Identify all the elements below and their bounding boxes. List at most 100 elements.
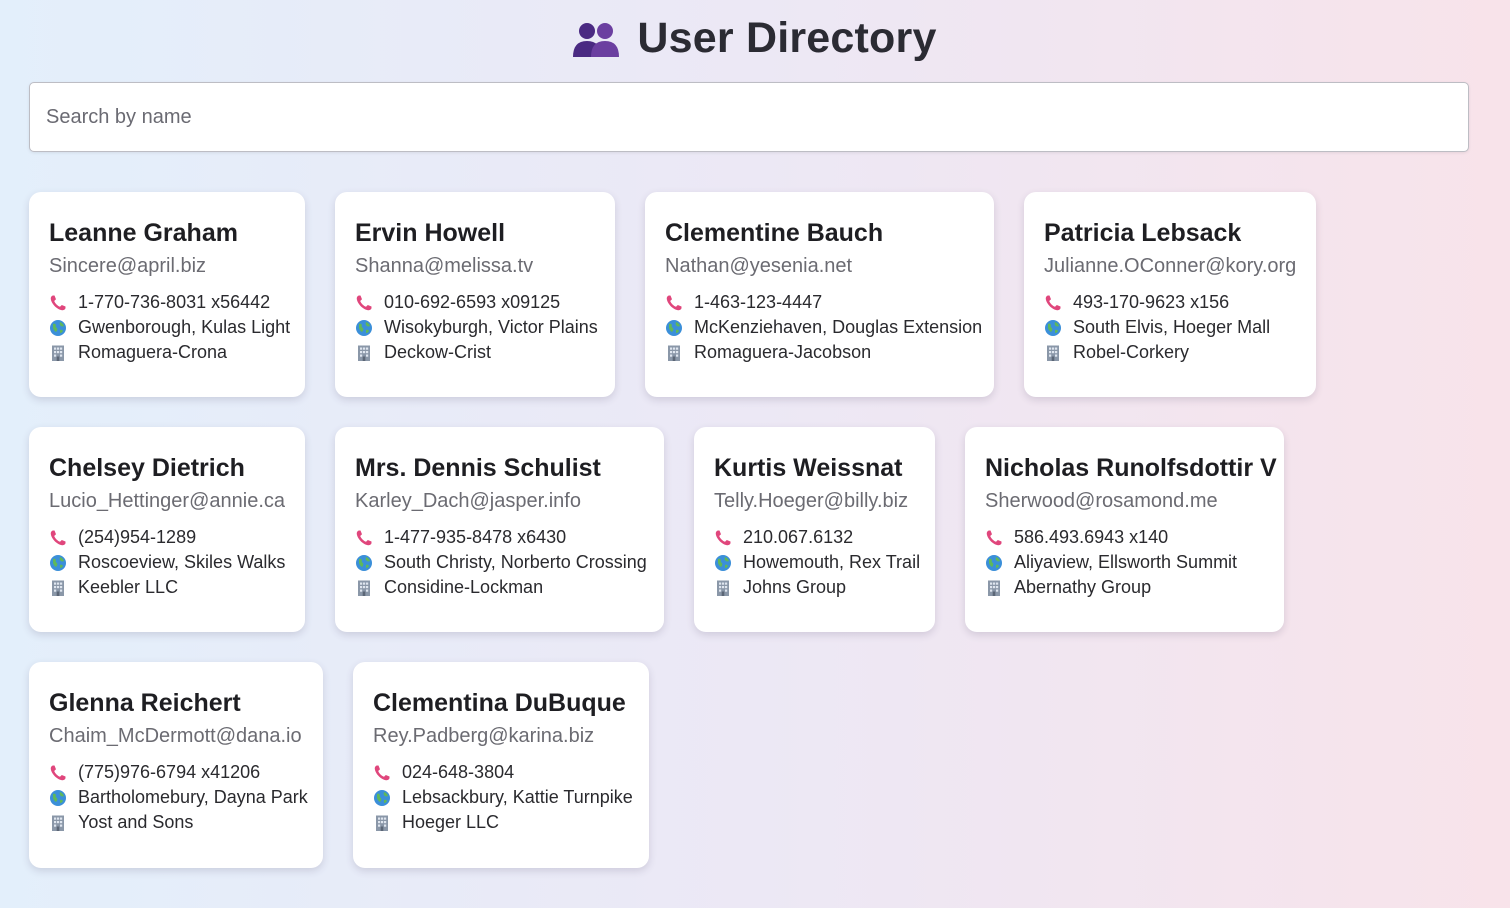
company-row: Yost and Sons: [49, 810, 303, 835]
globe-icon: [665, 319, 683, 337]
user-address: Howemouth, Rex Trail: [743, 552, 921, 572]
user-email: Rey.Padberg@karina.biz: [373, 725, 595, 747]
globe-icon: [985, 554, 1003, 572]
globe-icon: [373, 789, 391, 807]
user-company: Abernathy Group: [1014, 577, 1152, 597]
user-card[interactable]: Ervin Howell Shanna@melissa.tv 010-692-659…: [335, 192, 615, 397]
phone-row: 1-770-736-8031 x56442: [49, 290, 285, 315]
user-phone: 586.493.6943 x140: [1014, 527, 1169, 547]
building-icon: [49, 579, 67, 597]
phone-row: 493-170-9623 x156: [1044, 290, 1296, 315]
page-title: User Directory: [637, 14, 937, 62]
building-icon: [355, 579, 373, 597]
user-info-list: (775)976-6794 x41206 Bartholomebury, Dayn…: [49, 760, 308, 835]
globe-icon: [1044, 319, 1062, 337]
phone-icon: [985, 529, 1003, 547]
globe-icon: [714, 554, 732, 572]
globe-icon: [355, 319, 373, 337]
user-info-list: 010-692-6593 x09125 Wisokyburgh, Victor P…: [355, 290, 598, 365]
user-email: Nathan@yesenia.net: [665, 255, 853, 277]
user-address: Lebsackbury, Kattie Turnpike: [402, 787, 633, 807]
phone-icon: [665, 294, 683, 312]
user-card[interactable]: Chelsey Dietrich Lucio_Hettinger@annie.ca…: [29, 427, 305, 632]
user-card[interactable]: Patricia Lebsack Julianne.OConner@kory.or…: [1024, 192, 1316, 397]
user-phone: (254)954-1289: [78, 527, 197, 547]
user-card[interactable]: Clementine Bauch Nathan@yesenia.net 1-463-…: [645, 192, 994, 397]
address-row: South Elvis, Hoeger Mall: [1044, 315, 1296, 340]
phone-row: 1-477-935-8478 x6430: [355, 525, 644, 550]
company-row: Keebler LLC: [49, 575, 285, 600]
building-icon: [985, 579, 1003, 597]
user-company: Deckow-Crist: [384, 342, 492, 362]
user-phone: 1-770-736-8031 x56442: [78, 292, 271, 312]
user-phone: 024-648-3804: [402, 762, 515, 782]
user-phone: 1-477-935-8478 x6430: [384, 527, 567, 547]
user-info-list: 1-770-736-8031 x56442 Gwenborough, Kulas …: [49, 290, 290, 365]
company-row: Abernathy Group: [985, 575, 1264, 600]
user-card[interactable]: Nicholas Runolfsdottir V Sherwood@rosamon…: [965, 427, 1284, 632]
user-card[interactable]: Mrs. Dennis Schulist Karley_Dach@jasper.i…: [335, 427, 664, 632]
phone-row: (775)976-6794 x41206: [49, 760, 303, 785]
user-name: Leanne Graham: [49, 219, 238, 247]
user-phone: (775)976-6794 x41206: [78, 762, 261, 782]
address-row: Aliyaview, Ellsworth Summit: [985, 550, 1264, 575]
user-email: Sincere@april.biz: [49, 255, 207, 277]
phone-icon: [355, 294, 373, 312]
address-row: Gwenborough, Kulas Light: [49, 315, 290, 340]
address-row: Lebsackbury, Kattie Turnpike: [373, 785, 633, 810]
building-icon: [49, 814, 67, 832]
search-bar: [29, 82, 1469, 152]
user-address: McKenziehaven, Douglas Extension: [694, 317, 983, 337]
building-icon: [665, 344, 683, 362]
search-input[interactable]: [29, 82, 1469, 152]
user-company: Johns Group: [743, 577, 847, 597]
user-company: Hoeger LLC: [402, 812, 500, 832]
user-company: Romaguera-Crona: [78, 342, 228, 362]
user-phone: 210.067.6132: [743, 527, 854, 547]
building-icon: [373, 814, 391, 832]
address-row: Roscoeview, Skiles Walks: [49, 550, 285, 575]
building-icon: [714, 579, 732, 597]
user-email: Sherwood@rosamond.me: [985, 490, 1218, 512]
user-address: Bartholomebury, Dayna Park: [78, 787, 308, 807]
phone-icon: [49, 529, 67, 547]
user-info-list: (254)954-1289 Roscoeview, Skiles Walks Kee…: [49, 525, 285, 600]
company-row: Johns Group: [714, 575, 915, 600]
user-phone: 493-170-9623 x156: [1073, 292, 1230, 312]
user-name: Ervin Howell: [355, 219, 506, 247]
user-company: Yost and Sons: [78, 812, 194, 832]
user-card[interactable]: Leanne Graham Sincere@april.biz 1-770-736-…: [29, 192, 305, 397]
user-info-list: 493-170-9623 x156 South Elvis, Hoeger Mal…: [1044, 290, 1296, 365]
user-name: Patricia Lebsack: [1044, 219, 1242, 247]
phone-row: 586.493.6943 x140: [985, 525, 1264, 550]
building-icon: [355, 344, 373, 362]
address-row: Howemouth, Rex Trail: [714, 550, 920, 575]
company-row: Hoeger LLC: [373, 810, 629, 835]
user-address: Wisokyburgh, Victor Plains: [384, 317, 598, 337]
user-info-list: 210.067.6132 Howemouth, Rex Trail Johns Gr…: [714, 525, 920, 600]
user-company: Keebler LLC: [78, 577, 179, 597]
user-name: Nicholas Runolfsdottir V: [985, 454, 1277, 482]
phone-icon: [1044, 294, 1062, 312]
phone-icon: [355, 529, 373, 547]
phone-icon: [373, 764, 391, 782]
user-email: Karley_Dach@jasper.info: [355, 490, 581, 512]
globe-icon: [49, 789, 67, 807]
globe-icon: [49, 319, 67, 337]
phone-row: 210.067.6132: [714, 525, 915, 550]
company-row: Romaguera-Jacobson: [665, 340, 974, 365]
user-card[interactable]: Glenna Reichert Chaim_McDermott@dana.io (7…: [29, 662, 323, 868]
building-icon: [49, 344, 67, 362]
user-email: Julianne.OConner@kory.org: [1044, 255, 1297, 277]
address-row: South Christy, Norberto Crossing: [355, 550, 647, 575]
user-company: Robel-Corkery: [1073, 342, 1190, 362]
user-name: Glenna Reichert: [49, 689, 241, 717]
user-card[interactable]: Kurtis Weissnat Telly.Hoeger@billy.biz 210…: [694, 427, 935, 632]
user-email: Lucio_Hettinger@annie.ca: [49, 490, 286, 512]
user-card[interactable]: Clementina DuBuque Rey.Padberg@karina.biz…: [353, 662, 649, 868]
phone-row: 010-692-6593 x09125: [355, 290, 595, 315]
user-address: Gwenborough, Kulas Light: [78, 317, 291, 337]
address-row: Bartholomebury, Dayna Park: [49, 785, 308, 810]
company-row: Considine-Lockman: [355, 575, 644, 600]
company-row: Deckow-Crist: [355, 340, 595, 365]
